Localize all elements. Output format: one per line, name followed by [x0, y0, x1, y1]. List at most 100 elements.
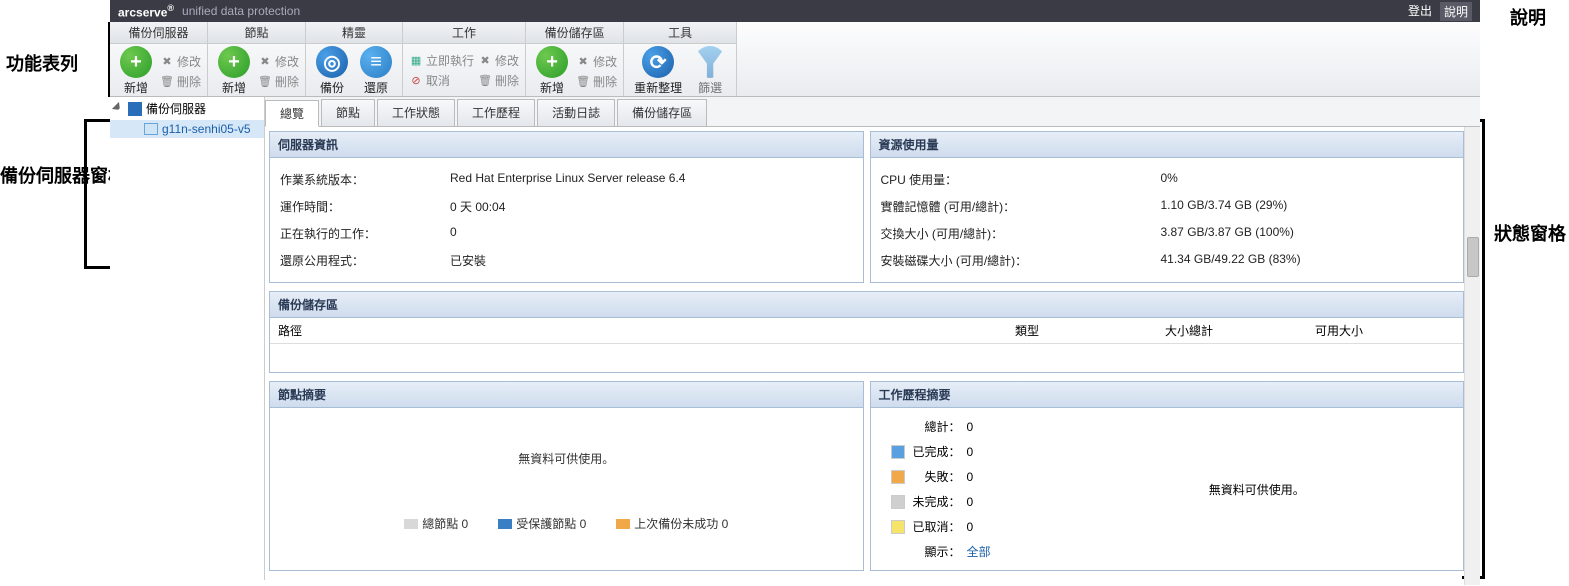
- scrollbar-thumb[interactable]: [1467, 237, 1479, 277]
- plus-icon: +: [218, 46, 250, 78]
- legend-last-fail: 上次備份未成功 0: [634, 515, 728, 532]
- os-label: 作業系統版本：: [280, 171, 450, 188]
- bracket-line: [1482, 119, 1485, 579]
- tree-root[interactable]: 備份伺服器: [110, 97, 264, 120]
- delete-server-button[interactable]: 🗑刪除: [160, 73, 201, 90]
- edit-icon: ✖: [478, 53, 492, 67]
- panel-header: 節點摘要: [270, 382, 863, 408]
- disk-value: 41.34 GB/49.22 GB (83%): [1161, 252, 1301, 269]
- button-label: 修改: [495, 52, 519, 69]
- job-show-link[interactable]: 全部: [967, 543, 991, 560]
- tree-node[interactable]: g11n-senhi05-v5: [110, 120, 264, 138]
- button-label: 刪除: [495, 72, 519, 89]
- toolbar: 備份伺服器 + 新增 ✖修改 🗑刪除 節點 + 新增: [110, 22, 1480, 97]
- swatch-cancel-icon: [891, 520, 905, 534]
- storage-panel: 備份儲存區 路徑 類型 大小總計 可用大小: [269, 291, 1464, 373]
- brand-logo: arcserve®: [118, 3, 174, 20]
- legend-protected: 受保護節點 0: [516, 515, 586, 532]
- mem-value: 1.10 GB/3.74 GB (29%): [1161, 198, 1288, 215]
- tab-job-history[interactable]: 工作歷程: [457, 99, 535, 126]
- tab-node[interactable]: 節點: [321, 99, 375, 126]
- col-type[interactable]: 類型: [1015, 322, 1165, 339]
- swatch-total-icon: [404, 519, 418, 529]
- toolbar-group-title: 備份儲存區: [526, 22, 623, 44]
- job-done-value: 0: [967, 445, 987, 459]
- legend-total: 總節點 0: [422, 515, 468, 532]
- tab-activity-log[interactable]: 活動日誌: [537, 99, 615, 126]
- button-label: 修改: [177, 53, 201, 70]
- restore-button[interactable]: ≡ 還原: [356, 44, 396, 98]
- tab-job-status[interactable]: 工作狀態: [377, 99, 455, 126]
- job-fail-label: 失敗：: [911, 468, 961, 485]
- button-label: 立即執行: [426, 52, 474, 69]
- toolbar-group-title: 備份伺服器: [110, 22, 207, 44]
- tab-storage[interactable]: 備份儲存區: [617, 99, 707, 126]
- add-storage-button[interactable]: + 新增: [532, 44, 572, 98]
- delete-storage-button[interactable]: 🗑刪除: [576, 73, 617, 90]
- delete-node-button[interactable]: 🗑刪除: [258, 73, 299, 90]
- col-path[interactable]: 路徑: [278, 322, 1015, 339]
- bracket-line: [84, 119, 87, 269]
- button-label: 篩選: [698, 79, 722, 96]
- modify-server-button[interactable]: ✖修改: [160, 53, 201, 70]
- node-summary-empty: 無資料可供使用。: [270, 408, 863, 509]
- delete-job-button[interactable]: 🗑刪除: [478, 72, 519, 89]
- tab-overview[interactable]: 總覽: [265, 100, 319, 127]
- modify-job-button[interactable]: ✖修改: [478, 52, 519, 69]
- modify-storage-button[interactable]: ✖修改: [576, 53, 617, 70]
- refresh-button[interactable]: ⟳ 重新整理: [630, 44, 686, 98]
- disk-label: 安裝磁碟大小 (可用/總計)：: [881, 252, 1161, 269]
- backup-button[interactable]: ◎ 備份: [312, 44, 352, 98]
- toolbar-group-backup-server: 備份伺服器 + 新增 ✖修改 🗑刪除: [110, 22, 208, 96]
- button-label: 刪除: [593, 73, 617, 90]
- cancel-job-button[interactable]: ⊘取消: [409, 72, 474, 89]
- monitor-icon: [144, 123, 158, 135]
- job-cancel-label: 已取消：: [911, 518, 961, 535]
- storage-columns: 路徑 類型 大小總計 可用大小: [270, 318, 1463, 344]
- help-link[interactable]: 說明: [1440, 2, 1472, 21]
- button-label: 取消: [426, 72, 450, 89]
- filter-icon: [694, 46, 726, 78]
- button-label: 刪除: [177, 73, 201, 90]
- toolbar-group-title: 節點: [208, 22, 305, 44]
- add-node-button[interactable]: + 新增: [214, 44, 254, 98]
- button-label: 刪除: [275, 73, 299, 90]
- run-now-button[interactable]: ▦立即執行: [409, 52, 474, 69]
- toolbar-group-tool: 工具 ⟳ 重新整理 篩選: [624, 22, 737, 96]
- restore-icon: ≡: [360, 46, 392, 78]
- toolbar-group-title: 工具: [624, 22, 736, 44]
- annotation-toolbar: 功能表列: [6, 50, 78, 76]
- modify-node-button[interactable]: ✖修改: [258, 53, 299, 70]
- plus-icon: +: [120, 46, 152, 78]
- button-label: 新增: [124, 79, 148, 96]
- button-label: 修改: [593, 53, 617, 70]
- backup-icon: ◎: [316, 46, 348, 78]
- bracket-line: [84, 119, 110, 122]
- content-area: 伺服器資訊 作業系統版本：Red Hat Enterprise Linux Se…: [265, 127, 1480, 585]
- add-server-button[interactable]: + 新增: [116, 44, 156, 98]
- swatch-incomplete-icon: [891, 495, 905, 509]
- button-label: 備份: [320, 79, 344, 96]
- node-summary-legend: 總節點 0 受保護節點 0 上次備份未成功 0: [270, 509, 863, 538]
- vertical-scrollbar[interactable]: [1464, 127, 1480, 585]
- swatch-fail-icon: [891, 470, 905, 484]
- button-label: 新增: [222, 79, 246, 96]
- job-total-value: 0: [967, 420, 987, 434]
- cancel-icon: ⊘: [409, 73, 423, 87]
- swap-label: 交換大小 (可用/總計)：: [881, 225, 1161, 242]
- filter-button[interactable]: 篩選: [690, 44, 730, 98]
- panel-header: 工作歷程摘要: [871, 382, 1464, 408]
- bracket-line: [84, 266, 110, 269]
- node-summary-panel: 節點摘要 無資料可供使用。 總節點 0 受保護節點 0 上次備份未成功 0: [269, 381, 864, 571]
- col-avail[interactable]: 可用大小: [1315, 322, 1455, 339]
- refresh-icon: ⟳: [642, 46, 674, 78]
- running-jobs-label: 正在執行的工作：: [280, 225, 450, 242]
- swatch-done-icon: [891, 445, 905, 459]
- main-area: 總覽 節點 工作狀態 工作歷程 活動日誌 備份儲存區 伺服器資訊 作業系統版本：…: [265, 97, 1480, 580]
- expand-icon[interactable]: [112, 101, 126, 115]
- edit-icon: ✖: [258, 54, 272, 68]
- col-total[interactable]: 大小總計: [1165, 322, 1315, 339]
- logout-link[interactable]: 登出: [1408, 2, 1432, 21]
- annotation-sidebar-1: 備份伺服器窗格: [0, 162, 126, 188]
- edit-icon: ✖: [160, 54, 174, 68]
